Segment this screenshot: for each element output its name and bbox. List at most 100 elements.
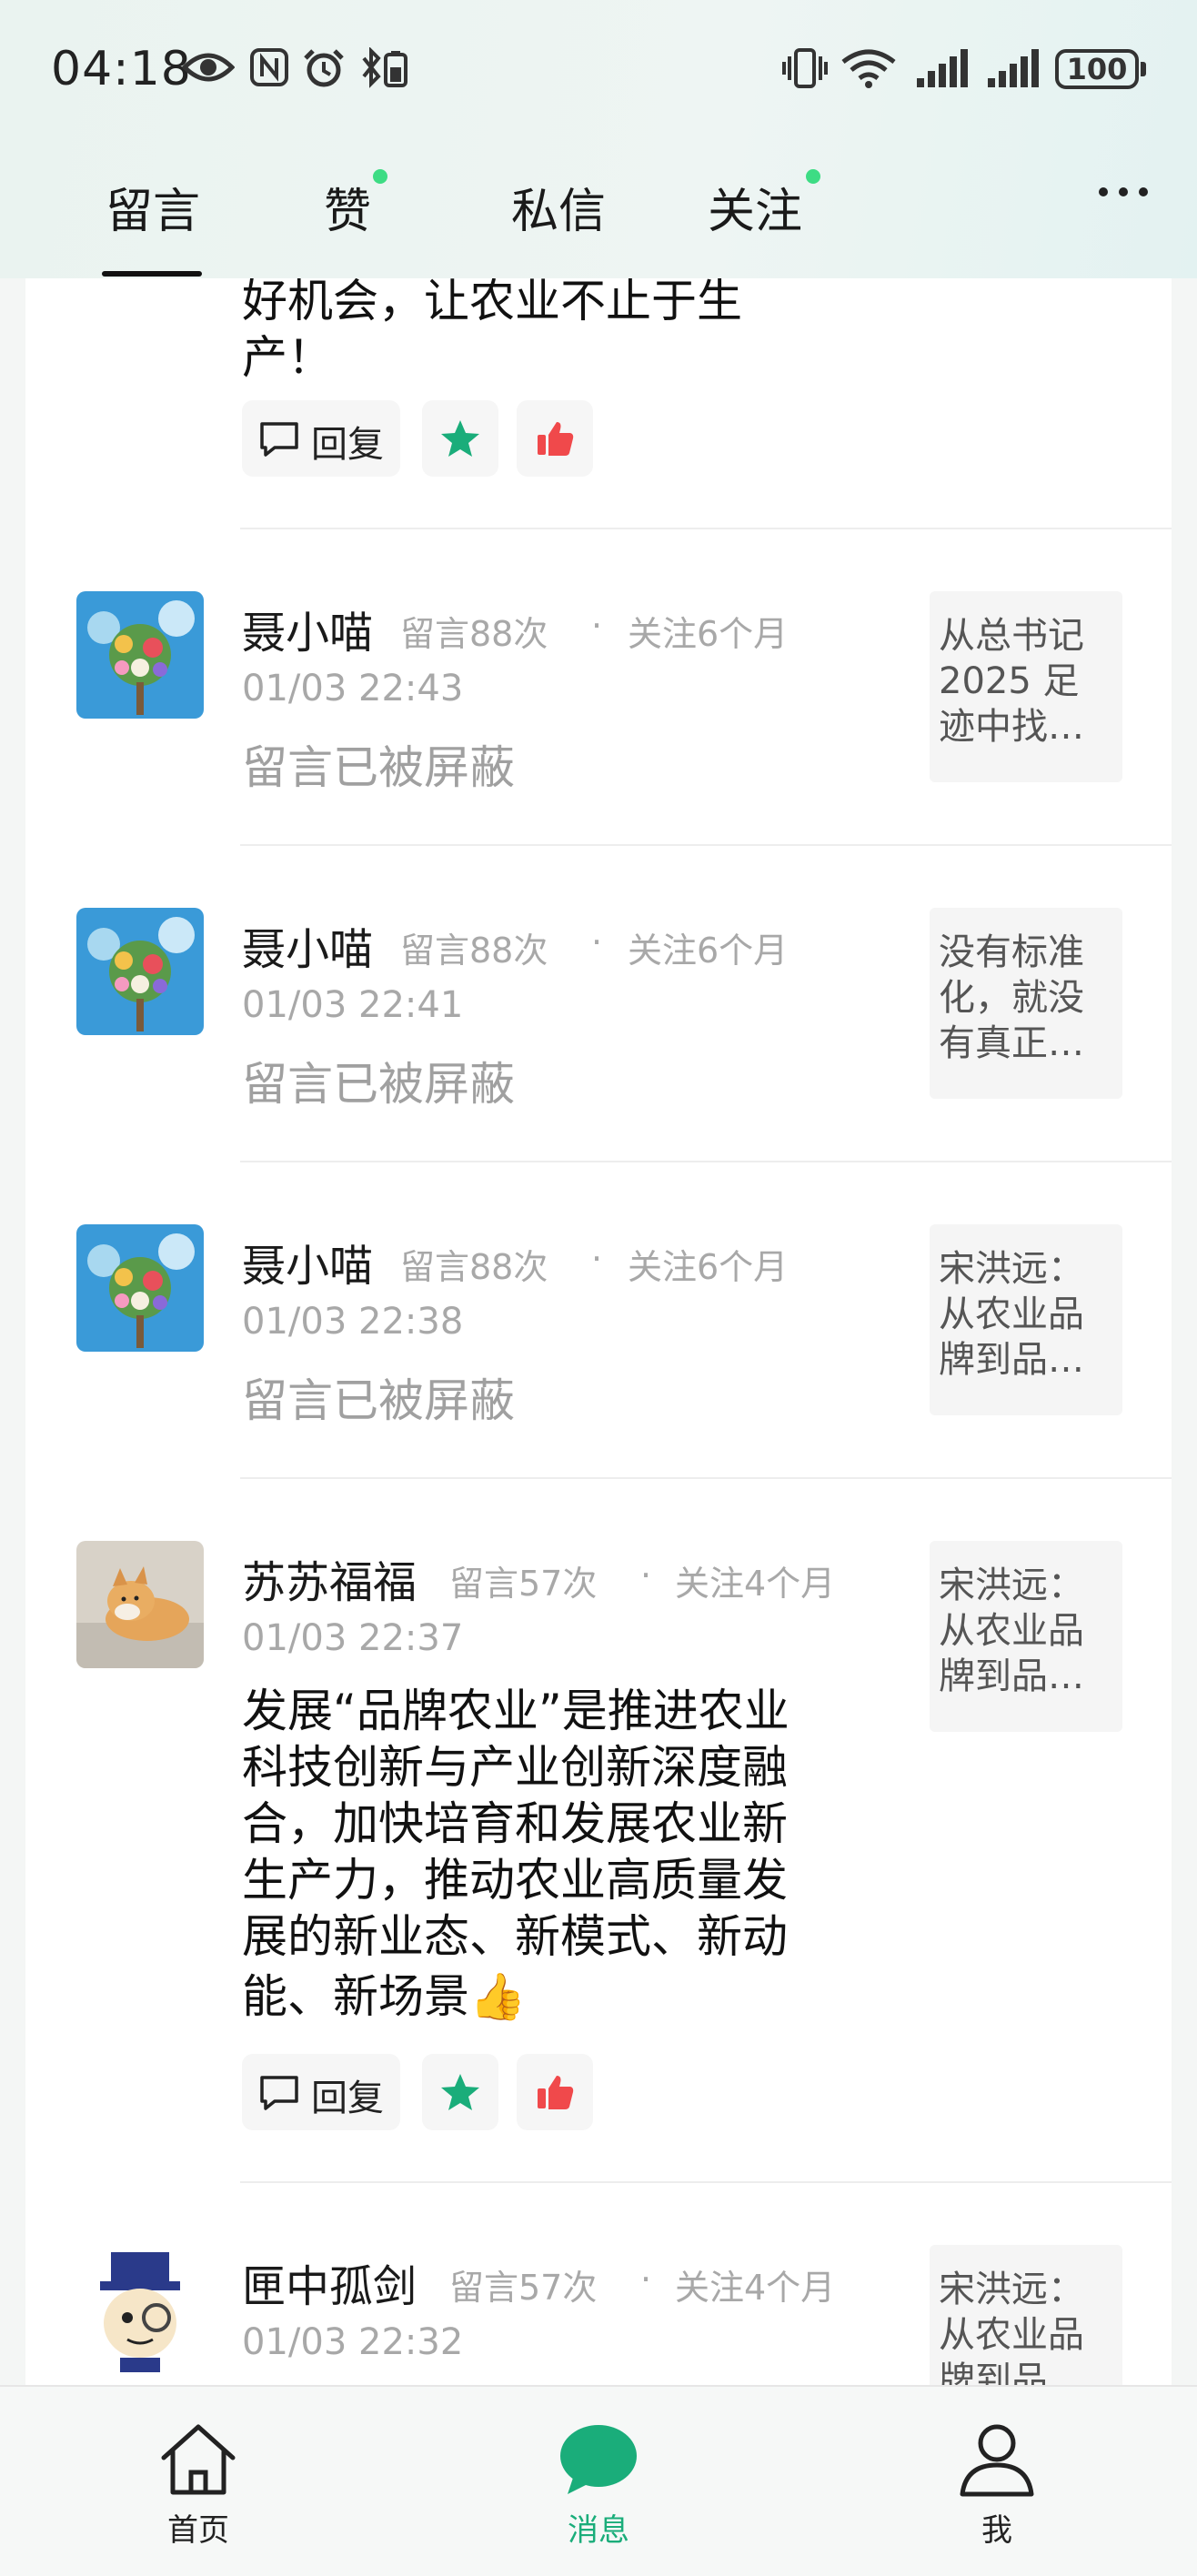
article-preview[interactable]: 宋洪远： 从农业品 牌到品 (930, 2245, 1122, 2385)
more-dot-icon (1119, 187, 1128, 196)
eye-icon (182, 53, 235, 82)
tab-follows[interactable]: 关注 (708, 173, 802, 241)
message-time: 01/03 22:37 (242, 1617, 464, 1659)
battery-icon: 100 (1055, 49, 1146, 89)
article-preview[interactable]: 宋洪远： 从农业品 牌到品… (930, 1224, 1122, 1415)
meta-separator: · (640, 2259, 652, 2299)
wifi-icon (841, 49, 896, 88)
reply-label: 回复 (311, 424, 384, 466)
reply-button[interactable]: 回复 (242, 2054, 400, 2130)
message-time: 01/03 22:38 (242, 1301, 464, 1343)
avatar[interactable] (76, 591, 204, 719)
active-tab-indicator (102, 271, 202, 277)
avatar[interactable] (76, 908, 204, 1035)
message-text-line: 产！ (242, 331, 333, 384)
user-name[interactable]: 聂小喵 (242, 913, 373, 977)
signal-icon (917, 49, 968, 87)
user-name[interactable]: 苏苏福福 (242, 1546, 417, 1610)
person-icon (960, 2424, 1034, 2497)
likes-notification-dot (373, 169, 387, 184)
comment-count: 留言57次 (449, 2268, 598, 2308)
vibrate-icon (782, 48, 828, 88)
message-text-line: 展的新业态、新模式、新动 (242, 1910, 788, 1963)
nav-home[interactable]: 首页 (107, 2387, 289, 2576)
article-title-line: 牌到品… (939, 1339, 1084, 1381)
blocked-status: 留言已被屏蔽 (242, 1058, 515, 1111)
article-preview[interactable]: 从总书记 2025 足 迹中找… (930, 591, 1122, 782)
comment-icon (260, 422, 298, 457)
divider (240, 844, 1172, 846)
message-text-line: 好机会，让农业不止于生 (242, 278, 742, 327)
article-title-line: 宋洪远： (939, 1248, 1084, 1290)
signal-icon-2 (988, 49, 1039, 87)
shiba-dog-avatar-icon (76, 1541, 204, 1668)
meta-separator: · (591, 606, 603, 646)
home-icon (161, 2424, 236, 2495)
nav-home-label: 首页 (167, 2512, 229, 2549)
cartoon-detective-avatar-icon (76, 2245, 204, 2372)
more-dot-icon (1099, 187, 1108, 196)
article-preview[interactable]: 宋洪远： 从农业品 牌到品… (930, 1541, 1122, 1732)
like-button[interactable] (517, 2054, 593, 2130)
feature-button[interactable] (422, 400, 498, 477)
follow-duration: 关注4个月 (675, 1564, 836, 1604)
user-name[interactable]: 聂小喵 (242, 597, 373, 660)
message-time: 01/03 22:32 (242, 2321, 464, 2363)
article-title-line: 牌到品… (939, 1655, 1084, 1697)
nav-messages[interactable]: 消息 (508, 2387, 689, 2576)
status-bar: 04:18 100 (0, 0, 1197, 146)
follow-duration: 关注6个月 (628, 614, 789, 654)
meta-separator: · (591, 922, 603, 962)
nav-me[interactable]: 我 (906, 2387, 1088, 2576)
like-button[interactable] (517, 400, 593, 477)
reply-button[interactable]: 回复 (242, 400, 400, 477)
chat-bubble-icon (560, 2425, 637, 2494)
alarm-icon (304, 49, 344, 87)
tab-likes[interactable]: 赞 (324, 173, 371, 241)
nfc-icon (250, 48, 288, 86)
article-title-line: 从总书记 (939, 615, 1084, 657)
article-title-line: 从农业品 (939, 2314, 1084, 2356)
follow-duration: 关注4个月 (675, 2268, 836, 2308)
tab-private-messages[interactable]: 私信 (511, 173, 606, 241)
message-text-line: 发展“品牌农业”是推进农业 (242, 1685, 790, 1737)
message-time: 01/03 22:41 (242, 984, 464, 1026)
message-text-fragment: 能、新场景 (242, 1970, 469, 2023)
article-preview[interactable]: 没有标准 化，就没 有真正… (930, 908, 1122, 1099)
more-options-button[interactable] (1099, 187, 1153, 206)
article-title-line: 从农业品 (939, 1610, 1084, 1652)
thumbs-up-emoji: 👍 (469, 1970, 527, 2023)
avatar[interactable] (76, 1224, 204, 1352)
more-dot-icon (1139, 187, 1148, 196)
comment-count: 留言57次 (449, 1564, 598, 1604)
user-name[interactable]: 匣中孤剑 (242, 2250, 417, 2314)
star-icon (441, 420, 479, 457)
article-title-line: 宋洪远： (939, 1565, 1084, 1606)
divider (240, 1477, 1172, 1479)
flower-bouquet-avatar-icon (76, 908, 204, 1035)
avatar[interactable] (76, 1541, 204, 1668)
blocked-status: 留言已被屏蔽 (242, 741, 515, 794)
article-title-line: 牌到品 (939, 2360, 1048, 2385)
user-name[interactable]: 聂小喵 (242, 1230, 373, 1293)
meta-separator: · (591, 1239, 603, 1279)
follow-duration: 关注6个月 (628, 1247, 789, 1287)
blocked-status: 留言已被屏蔽 (242, 1374, 515, 1427)
message-text-line: 科技创新与产业创新深度融 (242, 1741, 788, 1794)
message-text-line: 合，加快培育和发展农业新 (242, 1797, 788, 1850)
tab-comments[interactable]: 留言 (106, 173, 200, 241)
avatar[interactable] (76, 2245, 204, 2372)
message-list[interactable]: 好机会，让农业不止于生 产！ 回复 聂小喵 留言88次 · 关注6个月 01/0… (25, 278, 1172, 2385)
article-title-line: 化，就没 (939, 977, 1084, 1019)
bottom-navigation: 首页 消息 我 (0, 2385, 1197, 2576)
flower-bouquet-avatar-icon (76, 591, 204, 719)
article-title-line: 有真正… (939, 1022, 1084, 1064)
follows-notification-dot (806, 169, 820, 184)
nav-me-label: 我 (981, 2512, 1012, 2549)
reply-label: 回复 (311, 2078, 384, 2119)
comment-count: 留言88次 (400, 614, 548, 654)
feature-button[interactable] (422, 2054, 498, 2130)
article-title-line: 2025 足 (939, 660, 1080, 702)
follow-duration: 关注6个月 (628, 931, 789, 971)
message-text-line: 生产力，推动农业高质量发 (242, 1854, 788, 1907)
